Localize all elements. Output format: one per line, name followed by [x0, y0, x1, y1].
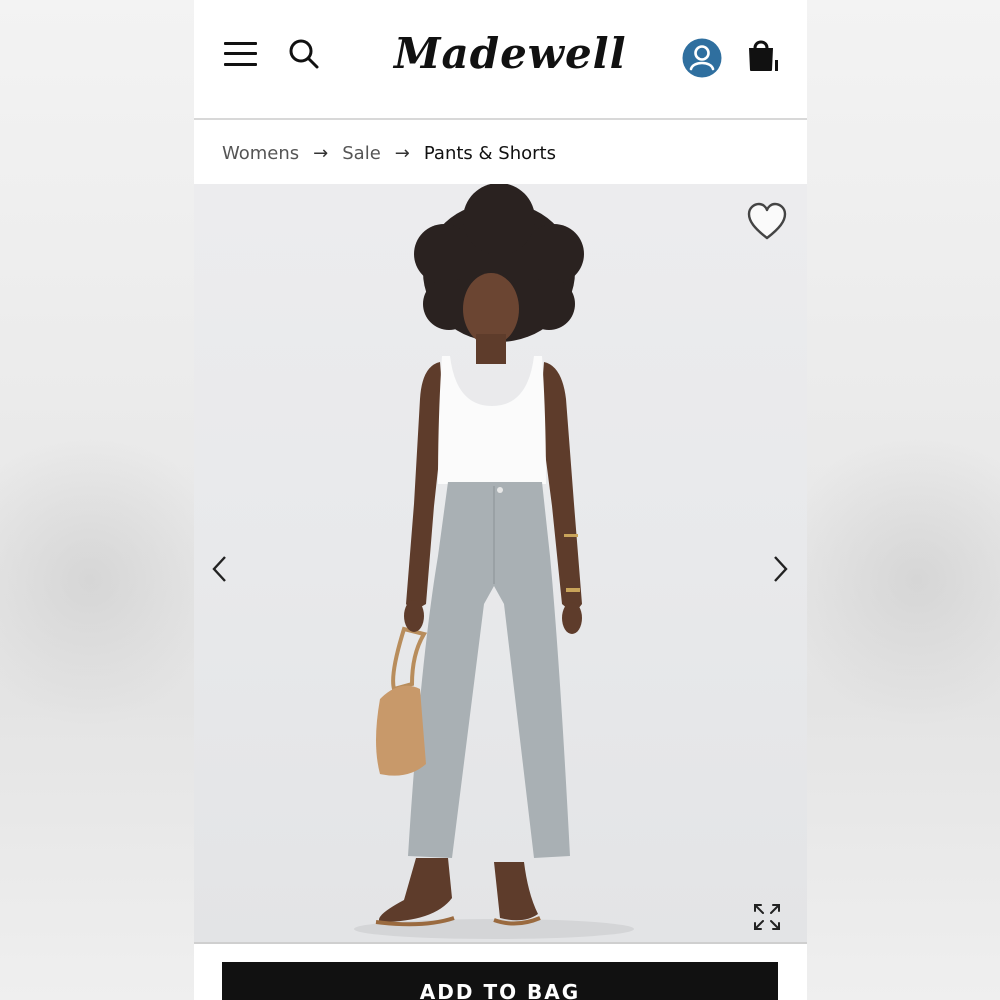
- breadcrumb-separator: →: [394, 142, 410, 164]
- shopping-bag-icon[interactable]: [746, 36, 780, 74]
- chevron-left-icon[interactable]: [208, 554, 232, 584]
- breadcrumb: Womens → Sale → Pants & Shorts: [194, 122, 807, 184]
- breadcrumb-separator: →: [313, 142, 329, 164]
- background-right-blur: [787, 0, 1000, 1000]
- add-to-bag-button[interactable]: ADD TO BAG: [222, 962, 778, 1000]
- product-image-gallery[interactable]: [194, 184, 807, 942]
- product-photo: [354, 184, 634, 939]
- product-page: Madewell Womens → Sale → Pants & Shorts: [194, 0, 807, 1000]
- breadcrumb-item-womens[interactable]: Womens: [222, 143, 299, 164]
- site-header: Madewell: [194, 0, 807, 120]
- breadcrumb-item-pants-shorts: Pants & Shorts: [423, 142, 556, 164]
- hamburger-menu-icon[interactable]: [224, 40, 258, 68]
- search-icon[interactable]: [288, 38, 320, 70]
- brand-logo[interactable]: Madewell: [394, 24, 626, 84]
- chevron-right-icon[interactable]: [768, 554, 792, 584]
- heart-icon[interactable]: [746, 202, 788, 242]
- breadcrumb-item-sale[interactable]: Sale: [342, 143, 381, 164]
- account-icon[interactable]: [682, 38, 722, 78]
- divider: [194, 942, 807, 944]
- expand-icon[interactable]: [752, 902, 782, 932]
- background-left-blur: [0, 0, 220, 1000]
